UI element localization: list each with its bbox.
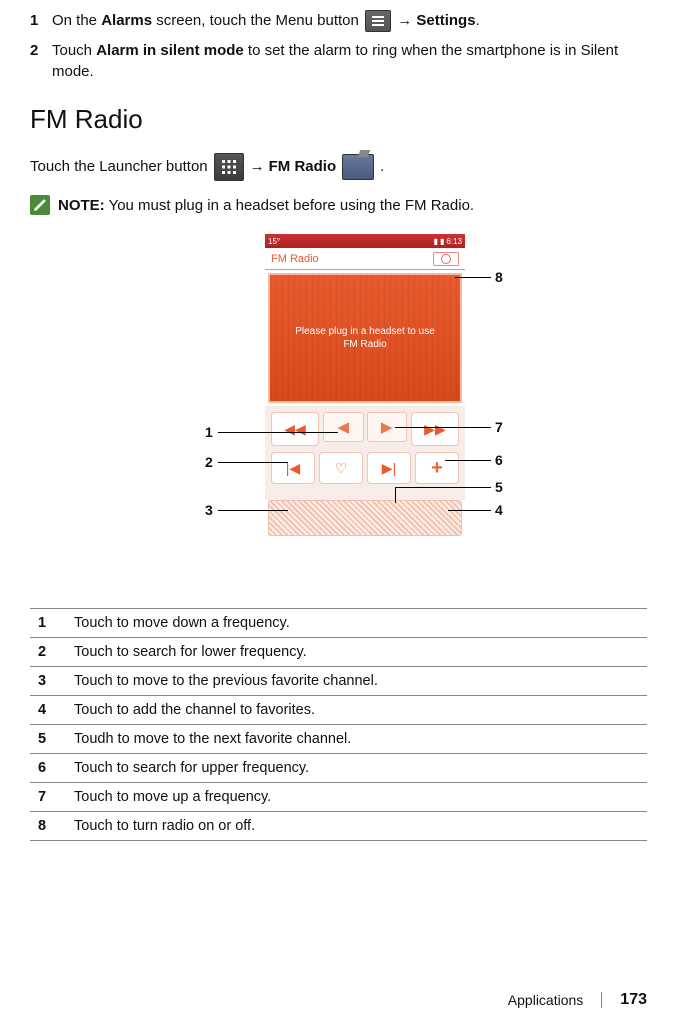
callout-lead	[455, 277, 491, 278]
menu-icon	[365, 10, 391, 32]
table-row: 2Touch to search for lower frequency.	[30, 638, 647, 667]
freq-down-button[interactable]: ◀	[323, 412, 363, 442]
radio-display: Please plug in a headset to use FM Radio	[268, 273, 462, 403]
table-row: 5Toudh to move to the next favorite chan…	[30, 725, 647, 754]
callout-label-1: 1	[205, 424, 213, 440]
fm-radio-icon	[342, 154, 374, 180]
note-text: NOTE: You must plug in a headset before …	[58, 195, 474, 216]
callout-lead	[218, 462, 288, 463]
callout-label-7: 7	[495, 419, 503, 435]
launch-instruction: Touch the Launcher button → FM Radio .	[30, 153, 647, 181]
table-row: 4Touch to add the channel to favorites.	[30, 696, 647, 725]
callout-label-3: 3	[205, 502, 213, 518]
callout-label-8: 8	[495, 269, 503, 285]
callout-lead	[218, 432, 338, 433]
status-left: 15°	[268, 237, 280, 246]
note-icon	[30, 195, 50, 215]
callout-label-4: 4	[495, 502, 503, 518]
section-heading: FM Radio	[30, 104, 647, 135]
step-2: 2 Touch Alarm in silent mode to set the …	[30, 40, 647, 82]
favorite-heart-button[interactable]: ♡	[319, 452, 363, 484]
top-steps: 1 On the Alarms screen, touch the Menu b…	[30, 10, 647, 82]
table-row: 1Touch to move down a frequency.	[30, 609, 647, 638]
app-title: FM Radio	[271, 253, 319, 265]
page: 1 On the Alarms screen, touch the Menu b…	[0, 0, 677, 1023]
speaker-grille	[268, 500, 462, 536]
callout-lead	[448, 510, 491, 511]
signal-icon: ▮	[434, 237, 438, 246]
battery-icon: ▮	[440, 237, 444, 246]
callout-lead	[445, 460, 491, 461]
phone-diagram: 15° ▮ ▮ 6:13 FM Radio Please plug in a h…	[30, 234, 647, 594]
page-number: 173	[620, 991, 647, 1009]
step-text: Touch Alarm in silent mode to set the al…	[52, 40, 647, 82]
step-number: 2	[30, 40, 52, 82]
callout-reference-table: 1Touch to move down a frequency. 2Touch …	[30, 608, 647, 841]
callout-lead	[395, 487, 396, 503]
display-message: Please plug in a headset to use FM Radio	[270, 325, 460, 351]
table-row: 6Touch to search for upper frequency.	[30, 754, 647, 783]
launcher-icon	[214, 153, 244, 181]
seek-up-button[interactable]: ▶▶	[411, 412, 459, 446]
callout-lead	[218, 510, 288, 511]
tune-row: ◀◀ ◀ ▶ ▶▶	[271, 412, 459, 446]
status-time: 6:13	[446, 237, 462, 246]
app-bar: FM Radio	[265, 248, 465, 270]
power-toggle-button[interactable]	[433, 252, 459, 266]
callout-lead	[395, 487, 491, 488]
table-row: 7Touch to move up a frequency.	[30, 783, 647, 812]
note-block: NOTE: You must plug in a headset before …	[30, 195, 647, 216]
table-row: 8Touch to turn radio on or off.	[30, 812, 647, 841]
phone-screenshot: 15° ▮ ▮ 6:13 FM Radio Please plug in a h…	[265, 234, 465, 536]
controls-panel: ◀◀ ◀ ▶ ▶▶ |◀ ♡ ▶| +	[265, 406, 465, 500]
callout-lead	[395, 427, 491, 428]
callout-label-2: 2	[205, 454, 213, 470]
add-favorite-button[interactable]: +	[415, 452, 459, 484]
page-footer: Applications 173	[508, 991, 647, 1009]
status-bar: 15° ▮ ▮ 6:13	[265, 234, 465, 248]
next-favorite-button[interactable]: ▶|	[367, 452, 411, 484]
step-text: On the Alarms screen, touch the Menu but…	[52, 10, 647, 32]
favorite-row: |◀ ♡ ▶| +	[271, 452, 459, 484]
prev-favorite-button[interactable]: |◀	[271, 452, 315, 484]
seek-down-button[interactable]: ◀◀	[271, 412, 319, 446]
footer-separator	[601, 992, 602, 1008]
step-1: 1 On the Alarms screen, touch the Menu b…	[30, 10, 647, 32]
step-number: 1	[30, 10, 52, 32]
callout-label-6: 6	[495, 452, 503, 468]
footer-section: Applications	[508, 992, 584, 1008]
callout-label-5: 5	[495, 479, 503, 495]
table-row: 3Touch to move to the previous favorite …	[30, 667, 647, 696]
